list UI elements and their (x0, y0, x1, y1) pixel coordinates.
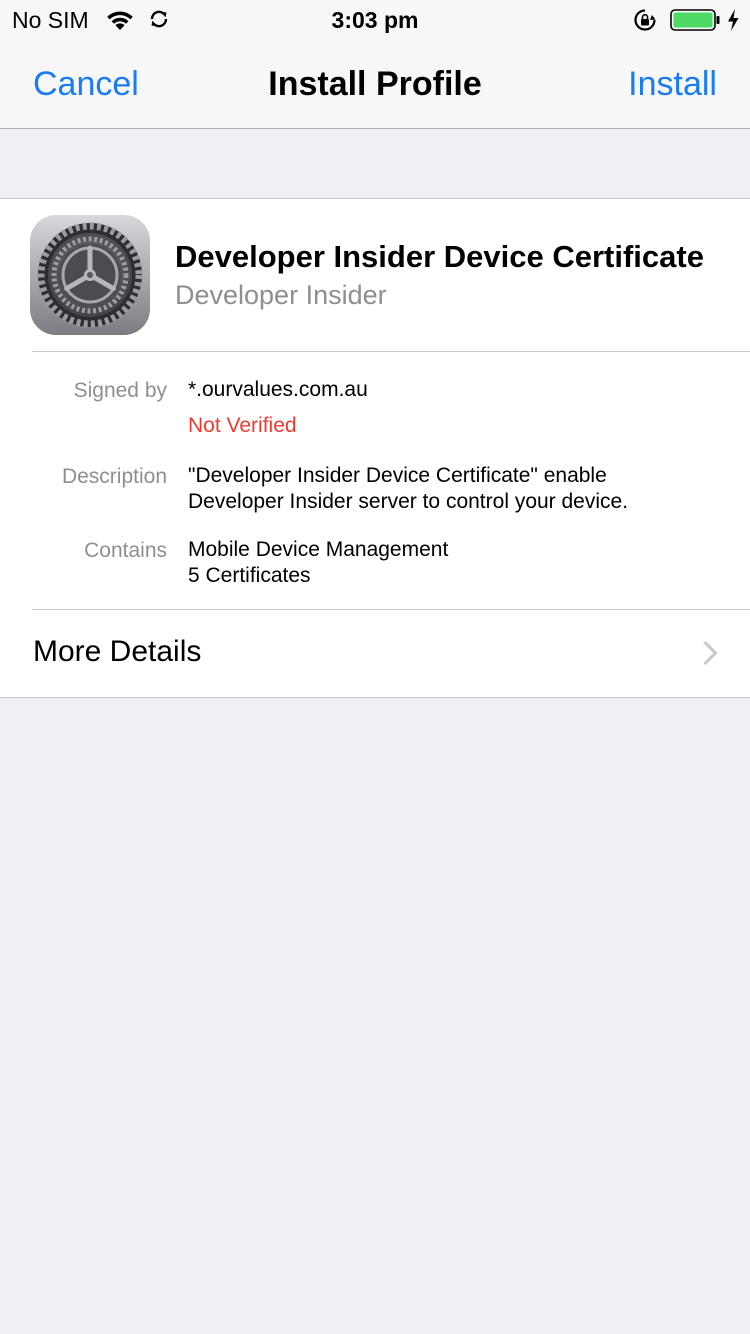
signed-by-label: Signed by (73, 379, 167, 402)
settings-gear-icon (30, 215, 150, 335)
signed-by-value: *.ourvalues.com.au (188, 378, 368, 401)
divider (32, 351, 750, 352)
chevron-right-icon (703, 640, 718, 666)
description-label: Description (61, 465, 167, 488)
description-line-2: Developer Insider server to control your… (188, 490, 629, 513)
more-details-row[interactable]: More Details (0, 610, 750, 697)
install-profile-screen: No SIM 3:03 pm Cancel Install Profile In… (0, 0, 750, 1334)
more-details-label: More Details (33, 635, 202, 668)
battery-level-fill (673, 12, 713, 28)
orientation-lock-icon (634, 9, 656, 31)
verification-status: Not Verified (188, 414, 297, 437)
profile-name: Developer Insider Device Certificate (175, 239, 704, 274)
charging-bolt-icon (728, 9, 739, 31)
contains-label: Contains (84, 539, 167, 562)
profile-organization: Developer Insider (175, 280, 387, 310)
status-bar: No SIM 3:03 pm (0, 0, 750, 40)
navigation-bar: Cancel Install Profile Install (0, 40, 750, 129)
contains-line-1: Mobile Device Management (188, 538, 449, 561)
contains-line-2: 5 Certificates (188, 564, 311, 587)
install-button[interactable]: Install (628, 65, 717, 104)
battery-icon (670, 9, 720, 31)
profile-card: Developer Insider Device Certificate Dev… (0, 198, 750, 698)
description-line-1: "Developer Insider Device Certificate" e… (188, 464, 607, 487)
